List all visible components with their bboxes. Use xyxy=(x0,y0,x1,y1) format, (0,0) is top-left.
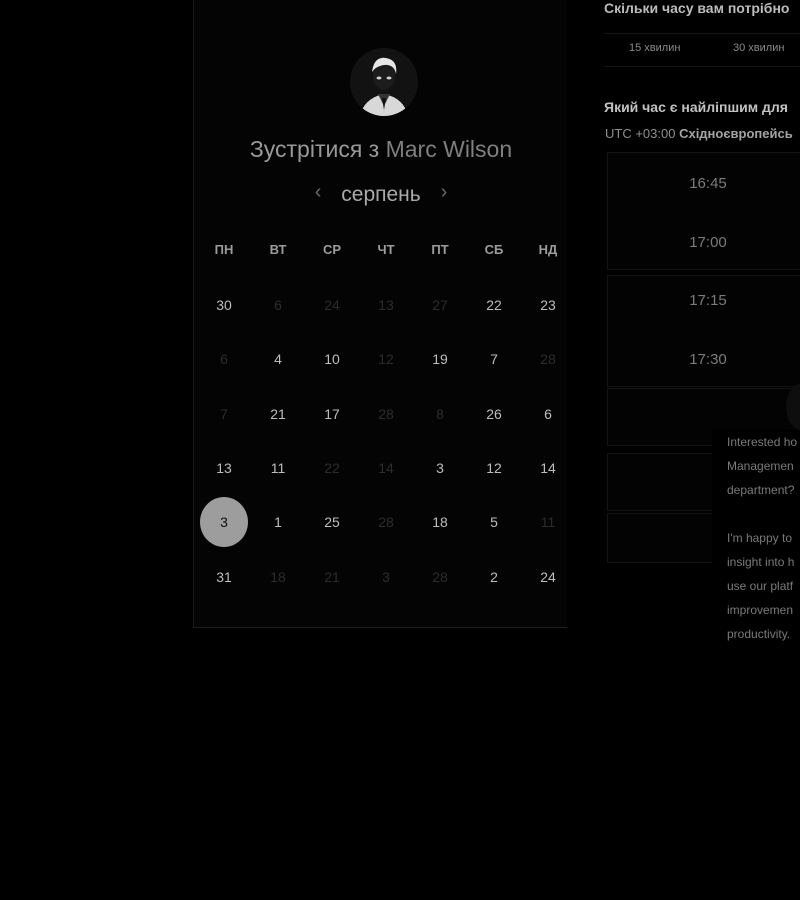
calendar-day-disabled: 6 xyxy=(220,351,228,367)
calendar-day[interactable]: 18 xyxy=(413,514,467,530)
weekday-label: СБ xyxy=(484,242,504,257)
chat-line: insight into h xyxy=(727,555,795,569)
calendar-day-disabled: 28 xyxy=(540,351,556,367)
calendar-day-disabled: 21 xyxy=(324,569,340,585)
calendar-day-disabled: 18 xyxy=(270,569,286,585)
chat-line: productivity. xyxy=(727,627,791,641)
calendar-day[interactable]: 2 xyxy=(467,569,521,585)
calendar-day[interactable]: 21 xyxy=(251,406,305,422)
calendar-card: Зустрітися з Marc Wilson ‹ серпень › ПН … xyxy=(193,0,567,628)
time-slot[interactable]: 17:00 xyxy=(608,234,800,251)
calendar-day[interactable]: 25 xyxy=(305,514,359,530)
calendar-day[interactable]: 22 xyxy=(467,297,521,313)
calendar-day[interactable]: 14 xyxy=(521,460,575,476)
calendar-day[interactable]: 7 xyxy=(467,351,521,367)
chat-line: Interested ho xyxy=(727,435,798,449)
calendar-week: 7 21 17 28 8 26 6 xyxy=(197,406,575,422)
calendar-day[interactable]: 11 xyxy=(251,460,305,476)
calendar-day[interactable]: 5 xyxy=(467,514,521,530)
calendar-day-disabled: 6 xyxy=(274,297,282,313)
calendar-week: 31 18 21 3 28 2 24 xyxy=(197,569,575,585)
calendar-day[interactable]: 1 xyxy=(251,514,305,530)
weekday-label: ВТ xyxy=(269,242,287,257)
calendar-day-disabled: 7 xyxy=(220,406,228,422)
calendar-day-disabled: 24 xyxy=(324,297,340,313)
duration-option-15[interactable]: 15 хвилин xyxy=(629,42,680,54)
calendar-day[interactable]: 4 xyxy=(251,351,305,367)
time-slot[interactable]: 17:30 xyxy=(608,351,800,368)
host-name: Marc Wilson xyxy=(385,136,513,162)
calendar-day[interactable]: 3 xyxy=(413,460,467,476)
weekday-label: ПН xyxy=(214,242,234,257)
timezone-name: Східноєвропейсь xyxy=(679,126,793,141)
scheduling-page: Зустрітися з Marc Wilson ‹ серпень › ПН … xyxy=(0,0,800,900)
calendar-day-disabled: 28 xyxy=(378,406,394,422)
time-slot-group: 16:45 17:00 xyxy=(607,152,800,270)
calendar-day[interactable]: 23 xyxy=(521,297,575,313)
timezone-selector[interactable]: UTC +03:00 Східноєвропейсь xyxy=(605,126,793,141)
chat-message-2: I'm happy to insight into h use our plat… xyxy=(712,526,800,646)
calendar-day-disabled: 27 xyxy=(432,297,448,313)
chat-popup[interactable]: Interested ho Managemen department? I'm … xyxy=(712,430,800,660)
time-slot[interactable]: 17:15 xyxy=(608,292,800,309)
calendar-day[interactable]: 6 xyxy=(521,406,575,422)
calendar-day[interactable]: 19 xyxy=(413,351,467,367)
calendar-day-disabled: 11 xyxy=(540,514,556,530)
chat-message-1: Interested ho Managemen department? xyxy=(712,430,800,502)
calendar-week: 13 11 22 14 3 12 14 xyxy=(197,460,575,476)
weekday-label: СР xyxy=(322,242,342,257)
calendar-day[interactable]: 17 xyxy=(305,406,359,422)
weekday-label: ПТ xyxy=(431,242,449,257)
calendar-day-disabled: 12 xyxy=(378,351,394,367)
calendar-day-disabled: 3 xyxy=(382,569,390,585)
prev-month-chevron-icon[interactable]: ‹ xyxy=(301,181,336,204)
duration-option-30[interactable]: 30 хвилин xyxy=(733,42,784,54)
chat-line: Managemen xyxy=(727,459,794,473)
calendar-week: 30 6 24 13 27 22 23 xyxy=(197,297,575,313)
time-question: Який час є найліпшим для xyxy=(604,99,788,115)
calendar-day-disabled: 8 xyxy=(436,406,444,422)
calendar-day[interactable]: 10 xyxy=(305,351,359,367)
weekday-label: НД xyxy=(538,242,558,257)
chat-line: department? xyxy=(727,483,795,497)
calendar-day[interactable]: 24 xyxy=(521,569,575,585)
calendar-day-selected[interactable]: 3 xyxy=(197,497,251,547)
calendar-day[interactable]: 30 xyxy=(197,297,251,313)
month-label: серпень xyxy=(341,183,421,206)
calendar-day-disabled: 28 xyxy=(432,569,448,585)
chat-line: use our platf xyxy=(727,579,794,593)
month-navigation: ‹ серпень › xyxy=(194,181,568,207)
chat-line: improvemen xyxy=(727,603,794,617)
time-slot-group: 17:15 17:30 xyxy=(607,275,800,387)
person-photo-icon xyxy=(350,48,418,116)
meeting-title-prefix: Зустрітися з xyxy=(249,136,380,162)
calendar-day-disabled: 28 xyxy=(378,514,394,530)
calendar-day[interactable]: 31 xyxy=(197,569,251,585)
avatar xyxy=(350,48,418,116)
duration-question: Скільки часу вам потрібно xyxy=(604,0,790,16)
duration-options: 15 хвилин 30 хвилин xyxy=(604,33,800,67)
calendar-week: 3 1 25 28 18 5 11 xyxy=(197,497,575,547)
calendar-day[interactable]: 12 xyxy=(467,460,521,476)
chat-line: I'm happy to xyxy=(727,531,792,545)
selected-day-label: 3 xyxy=(220,514,228,530)
weekday-header: ПН ВТ СР ЧТ ПТ СБ НД xyxy=(197,242,575,257)
timezone-offset: UTC +03:00 xyxy=(605,126,676,141)
next-month-chevron-icon[interactable]: › xyxy=(427,181,462,204)
calendar-day[interactable]: 13 xyxy=(197,460,251,476)
weekday-label: ЧТ xyxy=(377,242,395,257)
calendar-day-disabled: 13 xyxy=(378,297,394,313)
calendar-day-disabled: 22 xyxy=(324,460,340,476)
calendar-day[interactable]: 26 xyxy=(467,406,521,422)
time-slot[interactable]: 16:45 xyxy=(608,175,800,192)
calendar-week: 6 4 10 12 19 7 28 xyxy=(197,351,575,367)
calendar-day-disabled: 14 xyxy=(378,460,394,476)
meeting-title: Зустрітися з Marc Wilson xyxy=(194,136,568,163)
